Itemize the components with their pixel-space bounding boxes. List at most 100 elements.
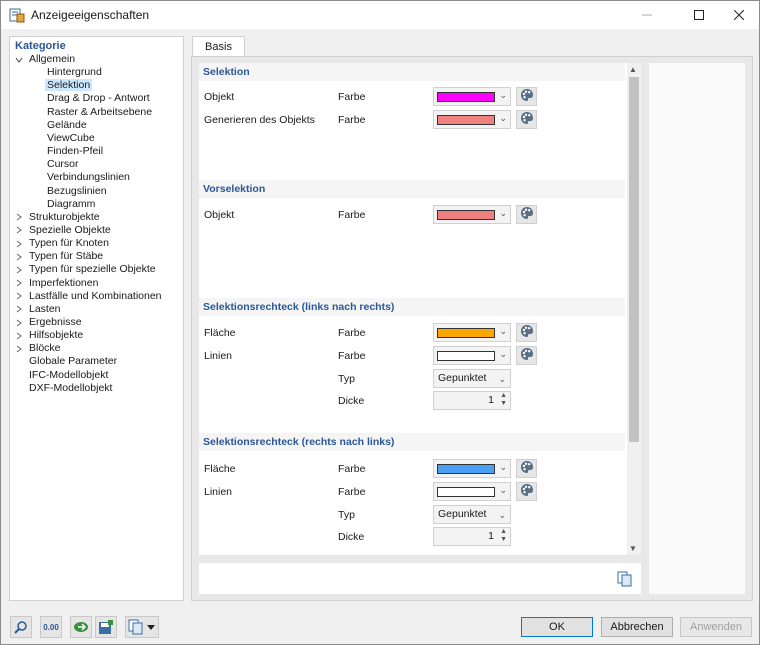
tree-item-label: Hintergrund <box>47 66 102 79</box>
settings-menu-button[interactable] <box>125 616 159 638</box>
tree-item[interactable]: Hintergrund <box>47 66 102 79</box>
category-header: Kategorie <box>15 40 66 52</box>
thickness-spinner-lr[interactable]: 1 ▲ ▼ <box>433 391 511 410</box>
tree-item[interactable]: Blöcke <box>16 342 61 355</box>
tree-item[interactable]: Spezielle Objekte <box>16 224 111 237</box>
palette-button[interactable] <box>516 323 537 342</box>
tree-item[interactable]: Selektion <box>45 79 93 92</box>
palette-button[interactable] <box>516 205 537 224</box>
palette-icon <box>520 88 534 105</box>
tree-item-label: Ergebnisse <box>29 316 82 328</box>
palette-button[interactable] <box>516 346 537 365</box>
chevron-right-icon[interactable] <box>15 277 23 290</box>
cancel-button[interactable]: Abbrechen <box>601 617 673 637</box>
chevron-down-icon[interactable] <box>15 53 23 66</box>
number-format-button[interactable]: 0.00 <box>40 616 62 638</box>
window-title: Anzeigeeigenschaften <box>31 8 150 22</box>
tree-item[interactable]: Diagramm <box>47 198 95 211</box>
vertical-scrollbar[interactable]: ▲ ▼ <box>627 63 641 555</box>
tree-item[interactable]: ViewCube <box>47 132 95 145</box>
scroll-down-icon[interactable]: ▼ <box>629 544 637 553</box>
tree-item[interactable]: Imperfektionen <box>16 277 98 290</box>
tree-item[interactable]: Drag & Drop - Antwort <box>47 92 150 105</box>
chevron-down-icon: ⌄ <box>499 485 507 495</box>
row-label: Linien <box>204 486 233 498</box>
search-button[interactable] <box>10 616 32 638</box>
tree-item-label: Selektion <box>45 79 93 92</box>
copy-settings-button[interactable] <box>615 569 635 589</box>
tree-item[interactable]: Typen für spezielle Objekte <box>16 263 156 276</box>
tree-item-label: Allgemein <box>29 53 76 65</box>
tree-item[interactable]: Cursor <box>47 158 79 171</box>
tree-item-label: Drag & Drop - Antwort <box>47 92 150 105</box>
chevron-right-icon[interactable] <box>15 316 23 329</box>
row-label: Generieren des Objekts <box>204 114 315 126</box>
minimize-button[interactable] <box>625 1 669 29</box>
chevron-right-icon[interactable] <box>15 211 23 224</box>
chevron-right-icon[interactable] <box>15 237 23 250</box>
tree-item[interactable]: Globale Parameter <box>29 355 117 368</box>
tree-item[interactable]: Allgemein <box>15 53 76 66</box>
preview-pane <box>649 63 745 594</box>
spinner-arrows-icon[interactable]: ▲ ▼ <box>500 392 507 408</box>
palette-button[interactable] <box>516 110 537 129</box>
apply-button[interactable]: Anwenden <box>680 617 752 637</box>
dialog-footer: 0.00 OK Abbrechen Anwenden <box>1 606 759 644</box>
tree-item-label: Finden-Pfeil <box>47 145 104 158</box>
line-type-select-rl[interactable]: Gepunktet ⌄ <box>433 505 511 524</box>
tree-item[interactable]: Strukturobjekte <box>16 211 100 224</box>
tree-item[interactable]: Lasten <box>16 303 61 316</box>
chevron-right-icon[interactable] <box>15 342 23 355</box>
close-button[interactable] <box>717 1 760 29</box>
chevron-down-icon: ⌄ <box>499 90 507 100</box>
prop-label: Dicke <box>338 531 365 543</box>
tree-item[interactable]: Typen für Stäbe <box>16 250 103 263</box>
color-dropdown-rl-linien[interactable]: ⌄ <box>433 482 511 501</box>
palette-button[interactable] <box>516 459 537 478</box>
save-icon <box>99 620 113 634</box>
tree-item[interactable]: Gelände <box>47 119 87 132</box>
palette-icon <box>520 347 534 364</box>
color-swatch <box>437 351 495 361</box>
chevron-down-icon: ⌄ <box>498 510 506 520</box>
arrow-button[interactable] <box>70 616 92 638</box>
chevron-right-icon[interactable] <box>15 263 23 276</box>
tree-item[interactable]: Ergebnisse <box>16 316 82 329</box>
spinner-arrows-icon[interactable]: ▲ ▼ <box>500 528 507 544</box>
prop-label: Typ <box>338 373 355 385</box>
tree-item[interactable]: Finden-Pfeil <box>47 145 103 158</box>
scroll-thumb[interactable] <box>629 77 639 442</box>
tree-item[interactable]: Hilfsobjekte <box>16 329 83 342</box>
settings-scroll-area: Selektion Objekt Farbe ⌄ Generieren des … <box>199 63 641 555</box>
chevron-right-icon[interactable] <box>15 224 23 237</box>
chevron-right-icon[interactable] <box>15 250 23 263</box>
tree-item[interactable]: Raster & Arbeitsebene <box>47 106 152 119</box>
color-dropdown-lr-linien[interactable]: ⌄ <box>433 346 511 365</box>
tree-item[interactable]: DXF-Modellobjekt <box>29 382 112 395</box>
tab-basis[interactable]: Basis <box>192 36 245 57</box>
color-dropdown-selektion-objekt[interactable]: ⌄ <box>433 87 511 106</box>
chevron-right-icon[interactable] <box>15 290 23 303</box>
color-dropdown-lr-flaeche[interactable]: ⌄ <box>433 323 511 342</box>
color-dropdown-rl-flaeche[interactable]: ⌄ <box>433 459 511 478</box>
tree-item[interactable]: Bezugslinien <box>47 185 107 198</box>
thickness-spinner-rl[interactable]: 1 ▲ ▼ <box>433 527 511 546</box>
color-dropdown-vorselektion-objekt[interactable]: ⌄ <box>433 205 511 224</box>
chevron-right-icon[interactable] <box>15 329 23 342</box>
ok-button[interactable]: OK <box>521 617 593 637</box>
tree-item[interactable]: Typen für Knoten <box>16 237 109 250</box>
number-format-icon: 0.00 <box>43 622 59 632</box>
tree-item[interactable]: Lastfälle und Kombinationen <box>16 290 162 303</box>
color-dropdown-selektion-generieren[interactable]: ⌄ <box>433 110 511 129</box>
save-settings-button[interactable] <box>95 616 117 638</box>
scroll-up-icon[interactable]: ▲ <box>629 65 637 74</box>
document-dropdown-icon <box>128 619 155 635</box>
palette-button[interactable] <box>516 87 537 106</box>
maximize-button[interactable] <box>677 1 721 29</box>
chevron-right-icon[interactable] <box>15 303 23 316</box>
tree-item-label: Verbindungslinien <box>47 171 130 184</box>
palette-button[interactable] <box>516 482 537 501</box>
tree-item[interactable]: IFC-Modellobjekt <box>29 369 108 382</box>
tree-item[interactable]: Verbindungslinien <box>47 171 130 184</box>
line-type-select-lr[interactable]: Gepunktet ⌄ <box>433 369 511 388</box>
